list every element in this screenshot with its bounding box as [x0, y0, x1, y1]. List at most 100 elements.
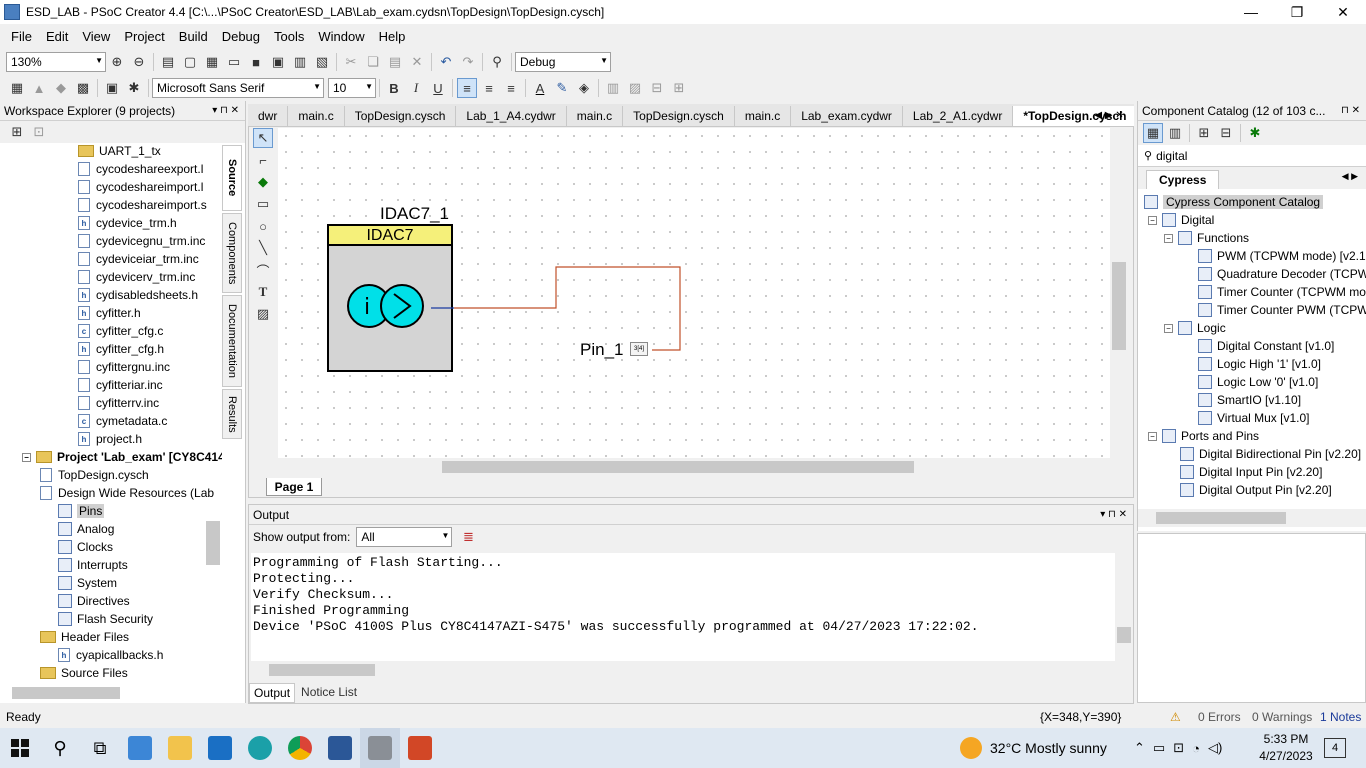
output-hscrollbar[interactable] [251, 661, 1133, 679]
status-notes[interactable]: 1 Notes [1320, 710, 1361, 724]
workspace-file[interactable]: h cyfitter_cfg.h [78, 340, 164, 358]
text-tool-icon[interactable]: T [253, 282, 273, 302]
zoom-combo[interactable]: 130% ▼ [6, 52, 106, 72]
status-warnings[interactable]: 0 Warnings [1252, 710, 1312, 724]
catalog-component[interactable]: SmartIO [v1.10] [1198, 391, 1301, 409]
debug-icon[interactable]: ▦ [7, 78, 27, 98]
workspace-file[interactable]: cyfitteriar.inc [78, 376, 163, 394]
menu-edit[interactable]: Edit [39, 29, 75, 44]
catalog-component[interactable]: Digital Input Pin [v2.20] [1180, 463, 1322, 481]
catalog-category-functions[interactable]: − Functions [1164, 229, 1249, 247]
component-tool-icon[interactable]: ◆ [253, 172, 273, 192]
zoom-out-icon[interactable]: ⊖ [129, 52, 149, 72]
catalog-hscrollbar[interactable] [1138, 509, 1366, 527]
arc-tool-icon[interactable]: ⌒ [253, 260, 273, 280]
restore-button[interactable]: ❐ [1274, 0, 1320, 24]
program-icon[interactable]: ▲ [29, 78, 49, 98]
distribute-icon[interactable]: ⊞ [669, 78, 689, 98]
dwr-item-clocks[interactable]: Clocks [58, 538, 113, 556]
chip-icon[interactable]: ▩ [73, 78, 93, 98]
bug-icon[interactable]: ✱ [124, 78, 144, 98]
new-file-icon[interactable]: ▢ [180, 52, 200, 72]
delete-icon[interactable]: ✕ [407, 52, 427, 72]
catalog-remove-icon[interactable]: ⊟ [1216, 123, 1236, 143]
dwr-item-analog[interactable]: Analog [58, 520, 114, 538]
copy-icon[interactable]: ❏ [363, 52, 383, 72]
powerpoint-icon[interactable] [400, 728, 440, 768]
catalog-component[interactable]: Digital Constant [v1.0] [1198, 337, 1334, 355]
cut-icon[interactable]: ✂ [341, 52, 361, 72]
pin-symbol-icon[interactable]: 3[4] [630, 342, 648, 356]
catalog-component[interactable]: Digital Output Pin [v2.20] [1180, 481, 1332, 499]
workspace-file[interactable]: cyfittergnu.inc [78, 358, 170, 376]
doc-tab[interactable]: Lab_1_A4.cydwr [456, 106, 567, 126]
find-icon[interactable]: ⚲ [487, 52, 507, 72]
workspace-file[interactable]: h cydisabledsheets.h [78, 286, 198, 304]
align-left-icon[interactable]: ≡ [457, 78, 477, 98]
catalog-component[interactable]: Logic Low '0' [v1.0] [1198, 373, 1318, 391]
store-icon[interactable] [120, 728, 160, 768]
meet-icon[interactable]: ▭ [1153, 740, 1165, 756]
catalog-view-icon[interactable]: ▦ [1143, 123, 1163, 143]
psoc-creator-icon[interactable] [360, 728, 400, 768]
italic-button[interactable]: I [406, 78, 426, 98]
task-view-icon[interactable]: ⧉ [80, 728, 120, 768]
side-tab-results[interactable]: Results [222, 389, 242, 439]
wire-tool-icon[interactable]: ⌐ [253, 150, 273, 170]
print-icon[interactable]: ▧ [312, 52, 332, 72]
underline-button[interactable]: U [428, 78, 448, 98]
arrange-icon[interactable]: ▥ [603, 78, 623, 98]
chevron-up-icon[interactable]: ⌃ [1134, 740, 1145, 756]
notification-icon[interactable]: 4 [1324, 738, 1346, 758]
catalog-add-icon[interactable]: ⊞ [1194, 123, 1214, 143]
doc-tab[interactable]: main.c [734, 106, 792, 126]
catalog-refresh-icon[interactable]: ✱ [1245, 123, 1265, 143]
canvas-hscrollbar[interactable] [278, 458, 1110, 476]
workspace-file[interactable]: h cydevice_trm.h [78, 214, 177, 232]
config-combo[interactable]: Debug ▼ [515, 52, 611, 72]
menu-debug[interactable]: Debug [215, 29, 267, 44]
module-icon[interactable]: ▣ [102, 78, 122, 98]
tab-nav[interactable]: ◀ ▶ ✕ [1084, 106, 1134, 124]
doc-tab[interactable]: dwr [248, 106, 289, 126]
catalog-component[interactable]: Quadrature Decoder (TCPW [1198, 265, 1366, 283]
catalog-component[interactable]: PWM (TCPWM mode) [v2.1 [1198, 247, 1366, 265]
catalog-component[interactable]: Logic High '1' [v1.0] [1198, 355, 1321, 373]
image-tool-icon[interactable]: ▨ [253, 304, 273, 324]
menu-build[interactable]: Build [172, 29, 215, 44]
workspace-file[interactable]: cydevicerv_trm.inc [78, 268, 195, 286]
workspace-file[interactable]: cycodeshareimport.l [78, 178, 203, 196]
minimize-button[interactable]: — [1228, 0, 1274, 24]
workspace-hscrollbar[interactable] [12, 687, 120, 699]
align-right-icon[interactable]: ≡ [501, 78, 521, 98]
align-center-icon[interactable]: ≡ [479, 78, 499, 98]
side-tab-source[interactable]: Source [222, 145, 242, 211]
doc-tab[interactable]: Lab_2_A1.cydwr [902, 106, 1014, 126]
menu-file[interactable]: File [4, 29, 39, 44]
align-tools-icon[interactable]: ⊟ [647, 78, 667, 98]
catalog-search-input[interactable]: digital [1156, 149, 1187, 163]
clear-output-icon[interactable]: ≣ [458, 527, 478, 547]
catalog-component[interactable]: Timer Counter (TCPWM mo [1198, 283, 1366, 301]
catalog-component[interactable]: Virtual Mux [v1.0] [1198, 409, 1309, 427]
catalog-book-icon[interactable]: ▥ [1165, 123, 1185, 143]
workspace-file[interactable]: cycodeshareexport.l [78, 160, 203, 178]
search-icon[interactable]: ⚲ [40, 728, 80, 768]
paste-icon[interactable]: ▤ [385, 52, 405, 72]
refresh-icon[interactable]: ⊡ [29, 122, 49, 142]
workspace-node-dwr[interactable]: Design Wide Resources (Lab [40, 484, 214, 502]
collapse-all-icon[interactable]: ⊞ [7, 122, 27, 142]
catalog-component[interactable]: Timer Counter PWM (TCPW [1198, 301, 1366, 319]
volume-icon[interactable]: ◁) [1208, 740, 1222, 756]
workspace-folder-header-files[interactable]: Header Files [40, 628, 129, 646]
save-all-icon[interactable]: ▣ [268, 52, 288, 72]
doc-tab[interactable]: main.c [288, 106, 345, 126]
catalog-category-digital[interactable]: − Digital [1148, 211, 1214, 229]
workspace-file[interactable]: cycodeshareimport.s [78, 196, 207, 214]
dwr-item-interrupts[interactable]: Interrupts [58, 556, 128, 574]
clock[interactable]: 5:33 PM 4/27/2023 [1254, 731, 1318, 765]
file-explorer-icon[interactable] [160, 728, 200, 768]
collapse-icon[interactable]: − [1148, 431, 1157, 441]
doc-tab[interactable]: TopDesign.cysch [623, 106, 735, 126]
workspace-file[interactable]: cyfitterrv.inc [78, 394, 159, 412]
